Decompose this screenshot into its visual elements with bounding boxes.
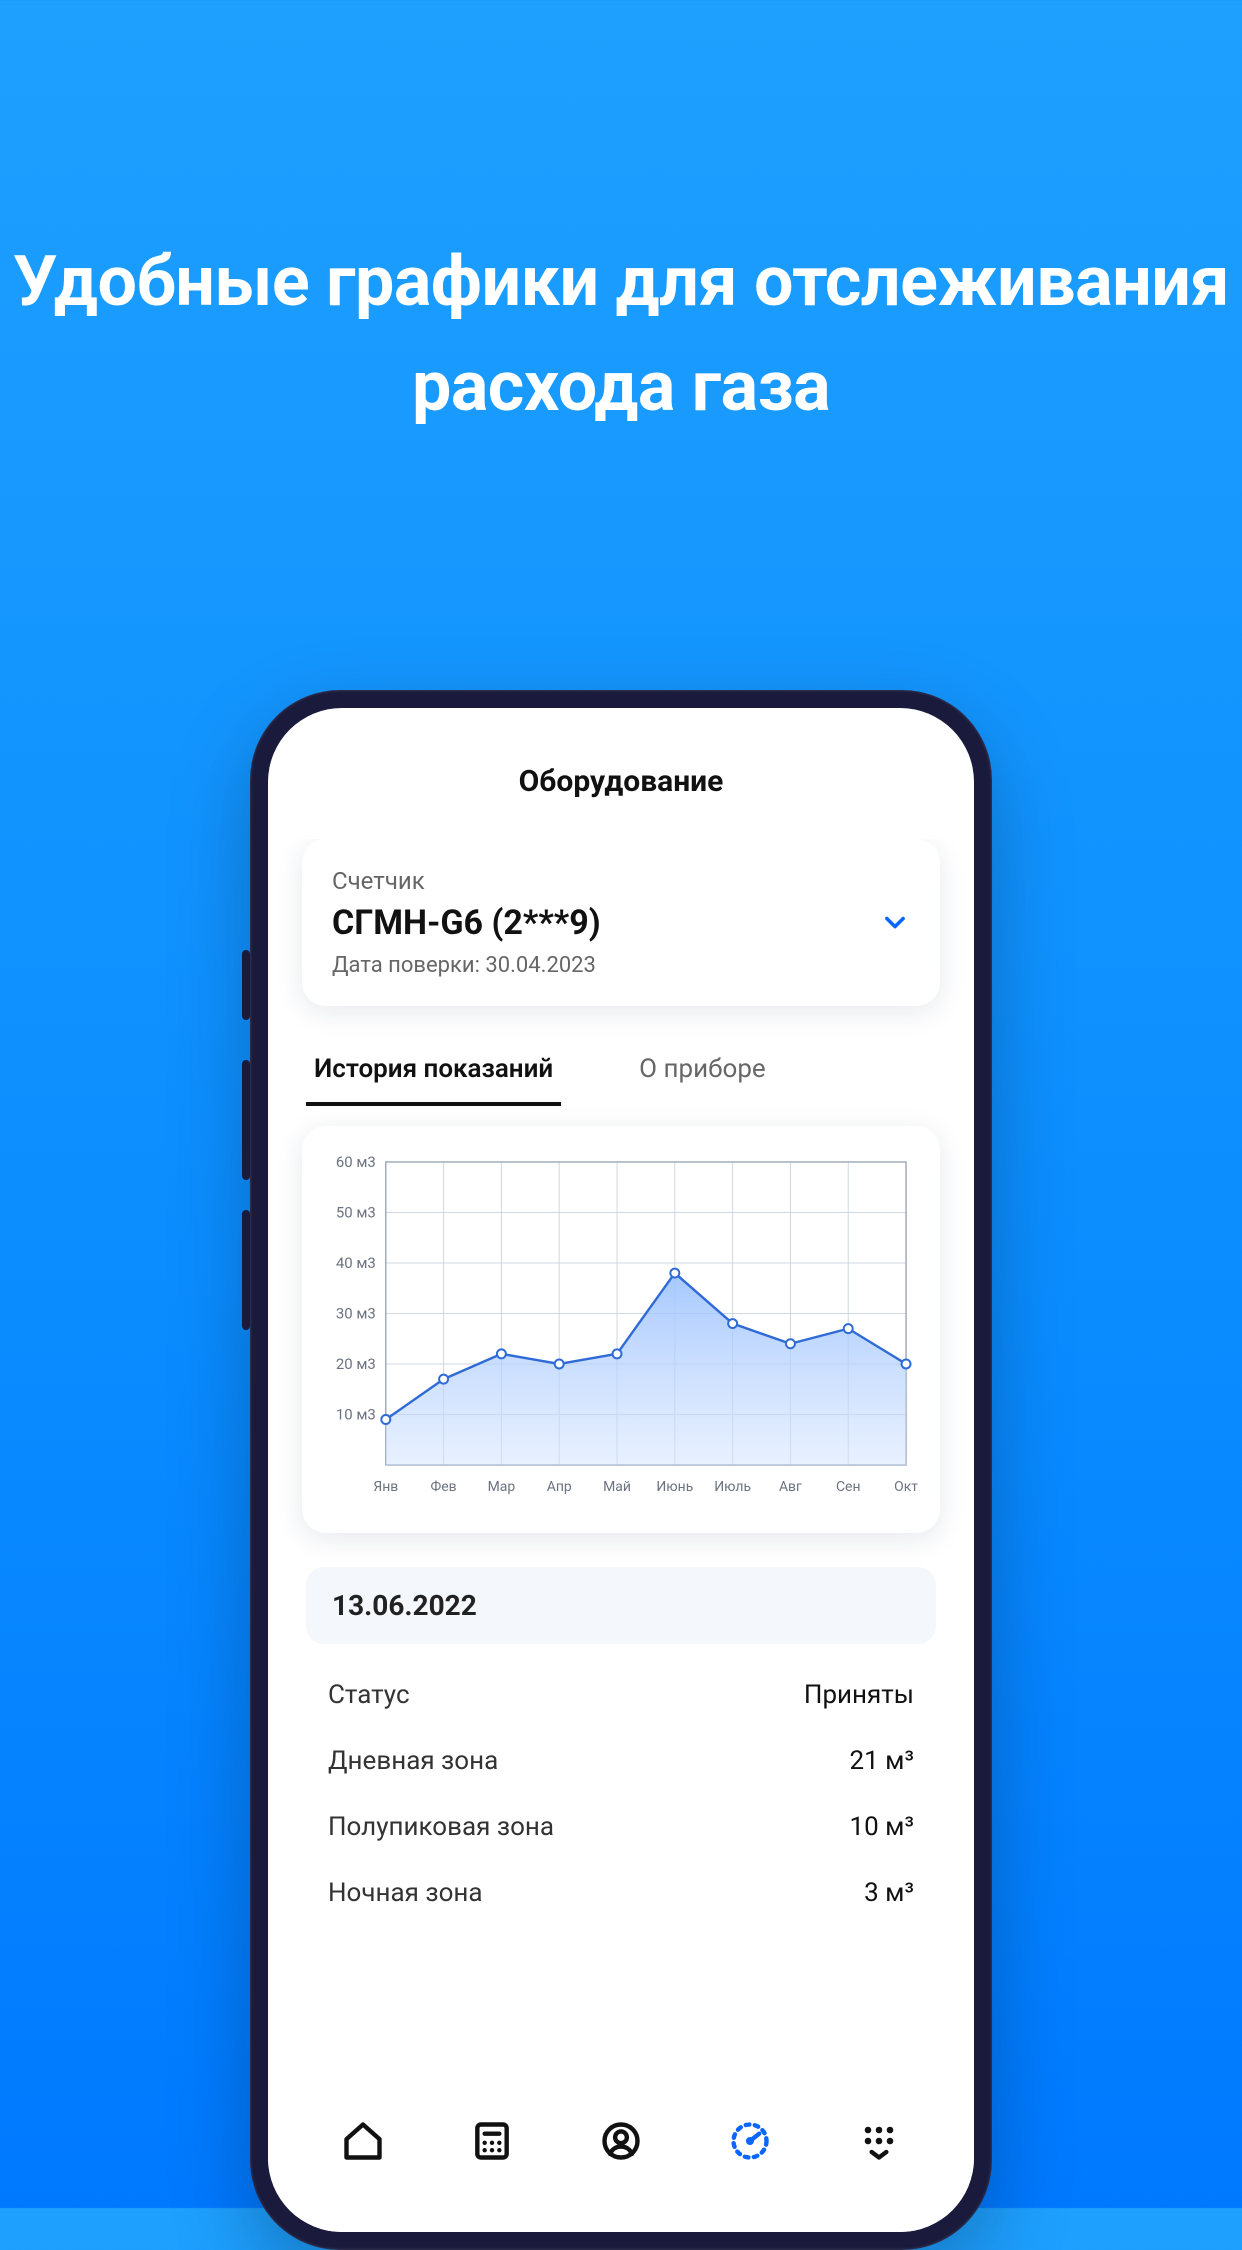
svg-text:Мар: Мар [488,1479,516,1495]
nav-profile[interactable] [586,2108,656,2178]
svg-text:Июнь: Июнь [656,1479,693,1495]
svg-text:10 м3: 10 м3 [336,1405,376,1423]
tab-about[interactable]: О приборе [631,1040,774,1106]
content-area: Счетчик СГМН-G6 (2***9) Дата поверки: 30… [268,839,974,2082]
svg-text:Июль: Июль [714,1479,751,1495]
detail-value: Приняты [804,1680,914,1710]
phone-side-button [242,950,250,1020]
detail-value: 10 м³ [850,1812,915,1842]
chevron-down-icon[interactable] [878,905,912,939]
nav-calculator[interactable] [457,2108,527,2178]
detail-row: Дневная зона 21 м³ [302,1728,940,1794]
phone-side-button [242,1210,250,1330]
svg-text:Фев: Фев [431,1479,457,1495]
reading-date: 13.06.2022 [306,1567,936,1644]
svg-text:Апр: Апр [547,1479,572,1495]
page-title: Оборудование [268,708,974,839]
svg-text:20 м3: 20 м3 [336,1355,376,1373]
svg-text:Май: Май [603,1479,631,1495]
svg-text:50 м3: 50 м3 [336,1203,376,1221]
calculator-icon [470,2119,514,2167]
svg-text:40 м3: 40 м3 [336,1254,376,1272]
more-grid-icon [857,2119,901,2167]
meter-name: СГМН-G6 (2***9) [332,903,910,943]
tab-history[interactable]: История показаний [306,1040,561,1106]
nav-home[interactable] [328,2108,398,2178]
detail-row: Ночная зона 3 м³ [302,1860,940,1926]
detail-row: Полупиковая зона 10 м³ [302,1794,940,1860]
nav-more[interactable] [844,2108,914,2178]
promo-headline: Удобные графики для отслеживания расхода… [0,230,1242,440]
svg-text:60 м3: 60 м3 [336,1153,376,1171]
phone-side-button [242,1060,250,1180]
meter-label: Счетчик [332,867,910,895]
detail-label: Полупиковая зона [328,1812,554,1842]
svg-text:Авг: Авг [779,1479,802,1495]
detail-value: 21 м³ [850,1746,915,1776]
bottom-nav [268,2082,974,2232]
detail-label: Статус [328,1680,410,1710]
detail-value: 3 м³ [864,1878,914,1908]
home-icon [341,2119,385,2167]
profile-icon [599,2119,643,2167]
tabs: История показаний О приборе [302,1040,940,1106]
svg-text:Сен: Сен [836,1479,861,1495]
usage-chart-card: 10 м3 20 м3 30 м3 40 м3 50 м3 60 м3 Янв Фев Мар А… [302,1126,940,1533]
detail-label: Ночная зона [328,1878,483,1908]
svg-text:Окт: Окт [894,1479,918,1495]
meter-verification: Дата поверки: 30.04.2023 [332,953,910,978]
reading-details: Статус Приняты Дневная зона 21 м³ Полупикова… [302,1662,940,1926]
app-screen: Оборудование Счетчик СГМН-G6 (2***9) Дат… [268,708,974,2232]
nav-meter[interactable] [715,2108,785,2178]
meter-selector-card[interactable]: Счетчик СГМН-G6 (2***9) Дата поверки: 30… [302,839,940,1006]
usage-chart: 10 м3 20 м3 30 м3 40 м3 50 м3 60 м3 Янв Фев Мар А… [322,1152,920,1511]
phone-mockup: Оборудование Счетчик СГМН-G6 (2***9) Дат… [250,690,992,2250]
svg-text:30 м3: 30 м3 [336,1304,376,1322]
detail-row: Статус Приняты [302,1662,940,1728]
detail-label: Дневная зона [328,1746,498,1776]
svg-text:Янв: Янв [373,1479,398,1495]
gauge-icon [728,2119,772,2167]
